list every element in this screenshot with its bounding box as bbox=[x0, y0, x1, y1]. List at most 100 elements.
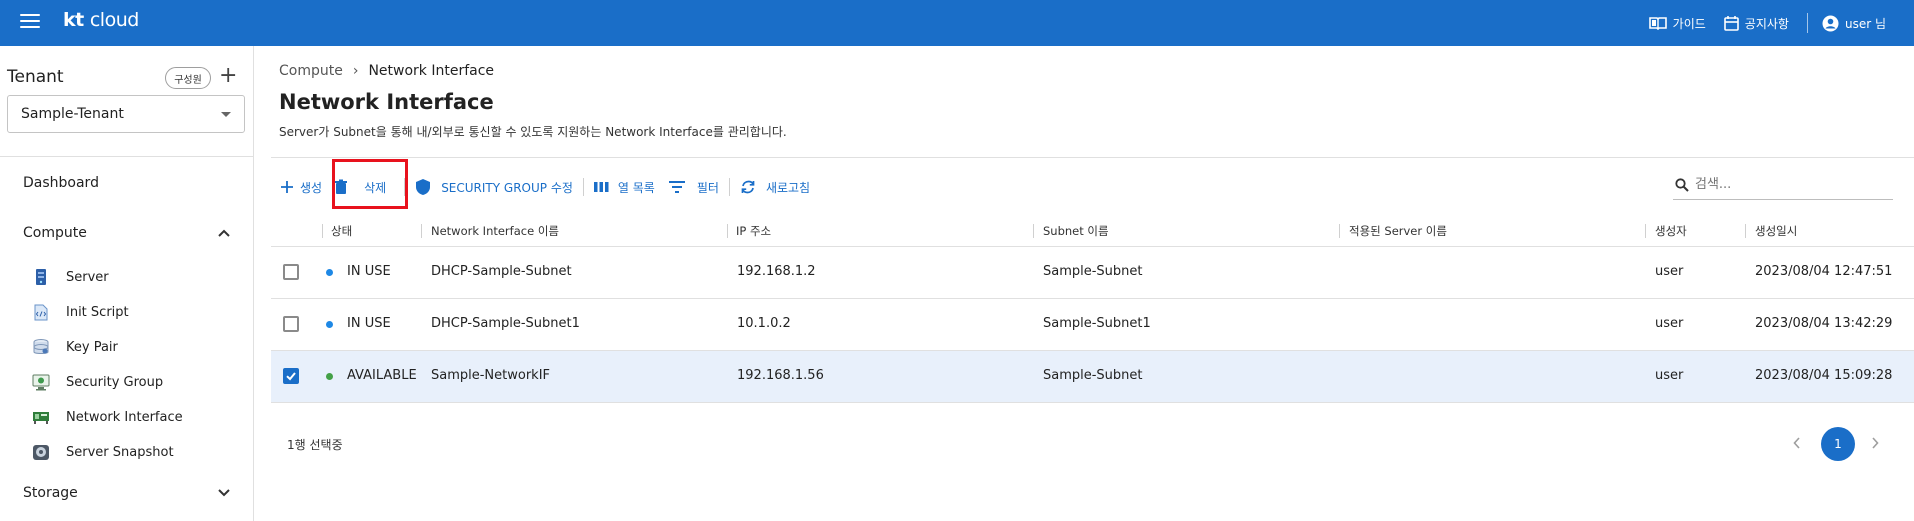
sidebar-item-label: Server Snapshot bbox=[66, 444, 174, 460]
prev-page-button[interactable] bbox=[1793, 434, 1801, 453]
caret-down-icon bbox=[221, 112, 231, 117]
column-divider bbox=[1339, 224, 1340, 238]
server-icon bbox=[30, 268, 52, 286]
account-icon bbox=[1822, 15, 1839, 31]
sidebar-item-label: Security Group bbox=[66, 374, 164, 390]
cell-subnet: Sample-Subnet bbox=[1043, 264, 1143, 279]
toolbar-divider bbox=[728, 178, 730, 196]
sidebar: Tenant 구성원 + Sample-Tenant Dashboard Com… bbox=[0, 46, 254, 521]
header-status[interactable]: 상태 bbox=[331, 223, 352, 239]
header-server[interactable]: 적용된 Server 이름 bbox=[1349, 223, 1447, 239]
table-row[interactable]: AVAILABLE Sample-NetworkIF 192.168.1.56 … bbox=[271, 351, 1914, 403]
cell-creator: user bbox=[1655, 316, 1684, 331]
page-number-button[interactable]: 1 bbox=[1821, 427, 1855, 461]
check-icon bbox=[286, 372, 296, 381]
delete-label: 삭제 bbox=[364, 180, 387, 195]
notice-label: 공지사항 bbox=[1744, 16, 1789, 31]
logo-cloud: cloud bbox=[89, 9, 139, 31]
cell-created: 2023/08/04 13:42:29 bbox=[1755, 316, 1893, 331]
user-label: user 님 bbox=[1844, 16, 1886, 31]
add-tenant-button[interactable]: + bbox=[219, 64, 237, 88]
cell-status: IN USE bbox=[347, 264, 391, 279]
chevron-left-icon bbox=[1793, 437, 1800, 449]
nav-storage[interactable]: Storage bbox=[23, 485, 230, 501]
top-header: kt cloud 가이드 공지사항 user 님 bbox=[0, 0, 1914, 46]
content-divider bbox=[271, 157, 1914, 158]
sidebar-item-server[interactable]: Server bbox=[30, 268, 109, 286]
delete-button[interactable]: 삭제 bbox=[334, 179, 386, 196]
filter-icon bbox=[668, 181, 685, 193]
sidebar-divider bbox=[0, 156, 254, 157]
guide-link[interactable]: 가이드 bbox=[1648, 15, 1706, 32]
cell-name: DHCP-Sample-Subnet bbox=[431, 264, 572, 279]
network-card-icon bbox=[30, 408, 52, 426]
sidebar-item-network-interface[interactable]: Network Interface bbox=[30, 408, 183, 426]
header-name[interactable]: Network Interface 이름 bbox=[431, 223, 559, 239]
sidebar-item-init-script[interactable]: Init Script bbox=[30, 303, 129, 321]
user-menu[interactable]: user 님 bbox=[1822, 15, 1886, 32]
cell-ip: 192.168.1.56 bbox=[737, 368, 824, 383]
calendar-icon bbox=[1723, 16, 1739, 31]
nav-dashboard[interactable]: Dashboard bbox=[23, 175, 99, 191]
sidebar-item-label: Key Pair bbox=[66, 339, 118, 355]
next-page-button[interactable] bbox=[1871, 434, 1879, 453]
columns-button[interactable]: 열 목록 bbox=[593, 179, 669, 196]
sidebar-item-key-pair[interactable]: Key Pair bbox=[30, 338, 118, 356]
column-divider bbox=[322, 224, 323, 238]
edit-security-group-label: SECURITY GROUP 수정 bbox=[441, 180, 573, 195]
sidebar-item-label: Init Script bbox=[66, 304, 129, 320]
toolbar: 생성 삭제 SECURITY GROUP 수정 열 목록 필터 새로고침 bbox=[280, 176, 810, 198]
tenant-select[interactable]: Sample-Tenant bbox=[7, 95, 245, 133]
nav-storage-label: Storage bbox=[23, 485, 78, 501]
nav-compute[interactable]: Compute bbox=[23, 225, 230, 241]
header-created[interactable]: 생성일시 bbox=[1755, 223, 1797, 239]
column-divider bbox=[1033, 224, 1034, 238]
status-dot-icon bbox=[326, 269, 333, 276]
header-divider bbox=[1806, 13, 1808, 33]
refresh-button[interactable]: 새로고침 bbox=[740, 179, 810, 196]
table-row[interactable]: IN USE DHCP-Sample-Subnet 192.168.1.2 Sa… bbox=[271, 247, 1914, 299]
row-checkbox[interactable] bbox=[283, 316, 299, 332]
edit-security-group-button[interactable]: SECURITY GROUP 수정 bbox=[415, 178, 573, 196]
header-subnet[interactable]: Subnet 이름 bbox=[1043, 223, 1109, 239]
breadcrumb-compute[interactable]: Compute bbox=[279, 63, 343, 79]
cell-creator: user bbox=[1655, 368, 1684, 383]
cell-ip: 10.1.0.2 bbox=[737, 316, 791, 331]
page-description: Server가 Subnet을 통해 내/외부로 통신할 수 있도록 지원하는 … bbox=[279, 125, 787, 139]
search-icon bbox=[1675, 177, 1689, 192]
member-button[interactable]: 구성원 bbox=[165, 67, 211, 89]
search-input[interactable] bbox=[1695, 177, 1875, 192]
column-divider bbox=[1645, 224, 1646, 238]
status-dot-icon bbox=[326, 373, 333, 380]
menu-icon[interactable] bbox=[20, 14, 40, 30]
chevron-right-icon bbox=[1872, 437, 1879, 449]
cell-name: Sample-NetworkIF bbox=[431, 368, 551, 383]
cell-created: 2023/08/04 15:09:28 bbox=[1755, 368, 1893, 383]
toolbar-divider bbox=[404, 178, 406, 196]
cell-name: DHCP-Sample-Subnet1 bbox=[431, 316, 580, 331]
header-ip[interactable]: IP 주소 bbox=[736, 223, 771, 239]
row-checkbox[interactable] bbox=[283, 368, 299, 384]
snapshot-icon bbox=[30, 443, 52, 461]
columns-label: 열 목록 bbox=[617, 180, 655, 195]
cell-subnet: Sample-Subnet bbox=[1043, 368, 1143, 383]
notice-link[interactable]: 공지사항 bbox=[1723, 15, 1789, 32]
refresh-icon bbox=[741, 180, 755, 194]
cell-created: 2023/08/04 12:47:51 bbox=[1755, 264, 1893, 279]
row-checkbox[interactable] bbox=[283, 264, 299, 280]
kt-cloud-logo[interactable]: kt cloud bbox=[63, 9, 139, 31]
chevron-up-icon bbox=[218, 229, 230, 237]
search-box[interactable] bbox=[1673, 170, 1893, 200]
header-creator[interactable]: 생성자 bbox=[1655, 223, 1687, 239]
keypair-icon bbox=[30, 338, 52, 356]
filter-label: 필터 bbox=[696, 180, 719, 195]
filter-button[interactable]: 필터 bbox=[668, 179, 719, 196]
tenant-title: Tenant bbox=[7, 67, 64, 87]
tenant-select-value: Sample-Tenant bbox=[21, 106, 124, 122]
sidebar-item-server-snapshot[interactable]: Server Snapshot bbox=[30, 443, 174, 461]
sidebar-item-label: Network Interface bbox=[66, 409, 183, 425]
chevron-down-icon bbox=[218, 489, 230, 497]
table-row[interactable]: IN USE DHCP-Sample-Subnet1 10.1.0.2 Samp… bbox=[271, 299, 1914, 351]
sidebar-item-security-group[interactable]: Security Group bbox=[30, 373, 163, 391]
create-button[interactable]: 생성 bbox=[280, 179, 334, 196]
